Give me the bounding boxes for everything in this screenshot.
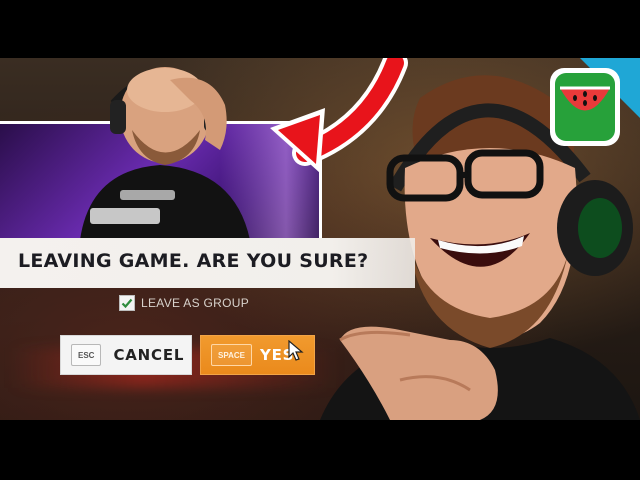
- cancel-button[interactable]: ESC CANCEL: [60, 335, 192, 375]
- cancel-button-label: CANCEL: [113, 346, 185, 364]
- red-arrow-graphic: [270, 58, 408, 173]
- leave-as-group-option[interactable]: LEAVE AS GROUP: [119, 295, 249, 311]
- leave-as-group-checkbox[interactable]: [119, 295, 135, 311]
- letterbox-top: [0, 0, 640, 58]
- letterbox-bottom: [0, 420, 640, 480]
- leave-as-group-label: LEAVE AS GROUP: [141, 296, 250, 310]
- checkmark-icon: [121, 298, 133, 309]
- dialog-title: LEAVING GAME. ARE YOU SURE?: [18, 250, 369, 272]
- space-keycap: SPACE: [211, 344, 252, 366]
- mouse-cursor-icon: [288, 340, 304, 361]
- watermelon-logo-icon: [550, 58, 640, 146]
- pointing-hand-illustration: [339, 326, 498, 420]
- streamer-left-illustration: [80, 67, 250, 240]
- esc-keycap: ESC: [71, 344, 102, 366]
- thumbnail-frame: LEAVING GAME. ARE YOU SURE? LEAVE AS GRO…: [0, 0, 640, 480]
